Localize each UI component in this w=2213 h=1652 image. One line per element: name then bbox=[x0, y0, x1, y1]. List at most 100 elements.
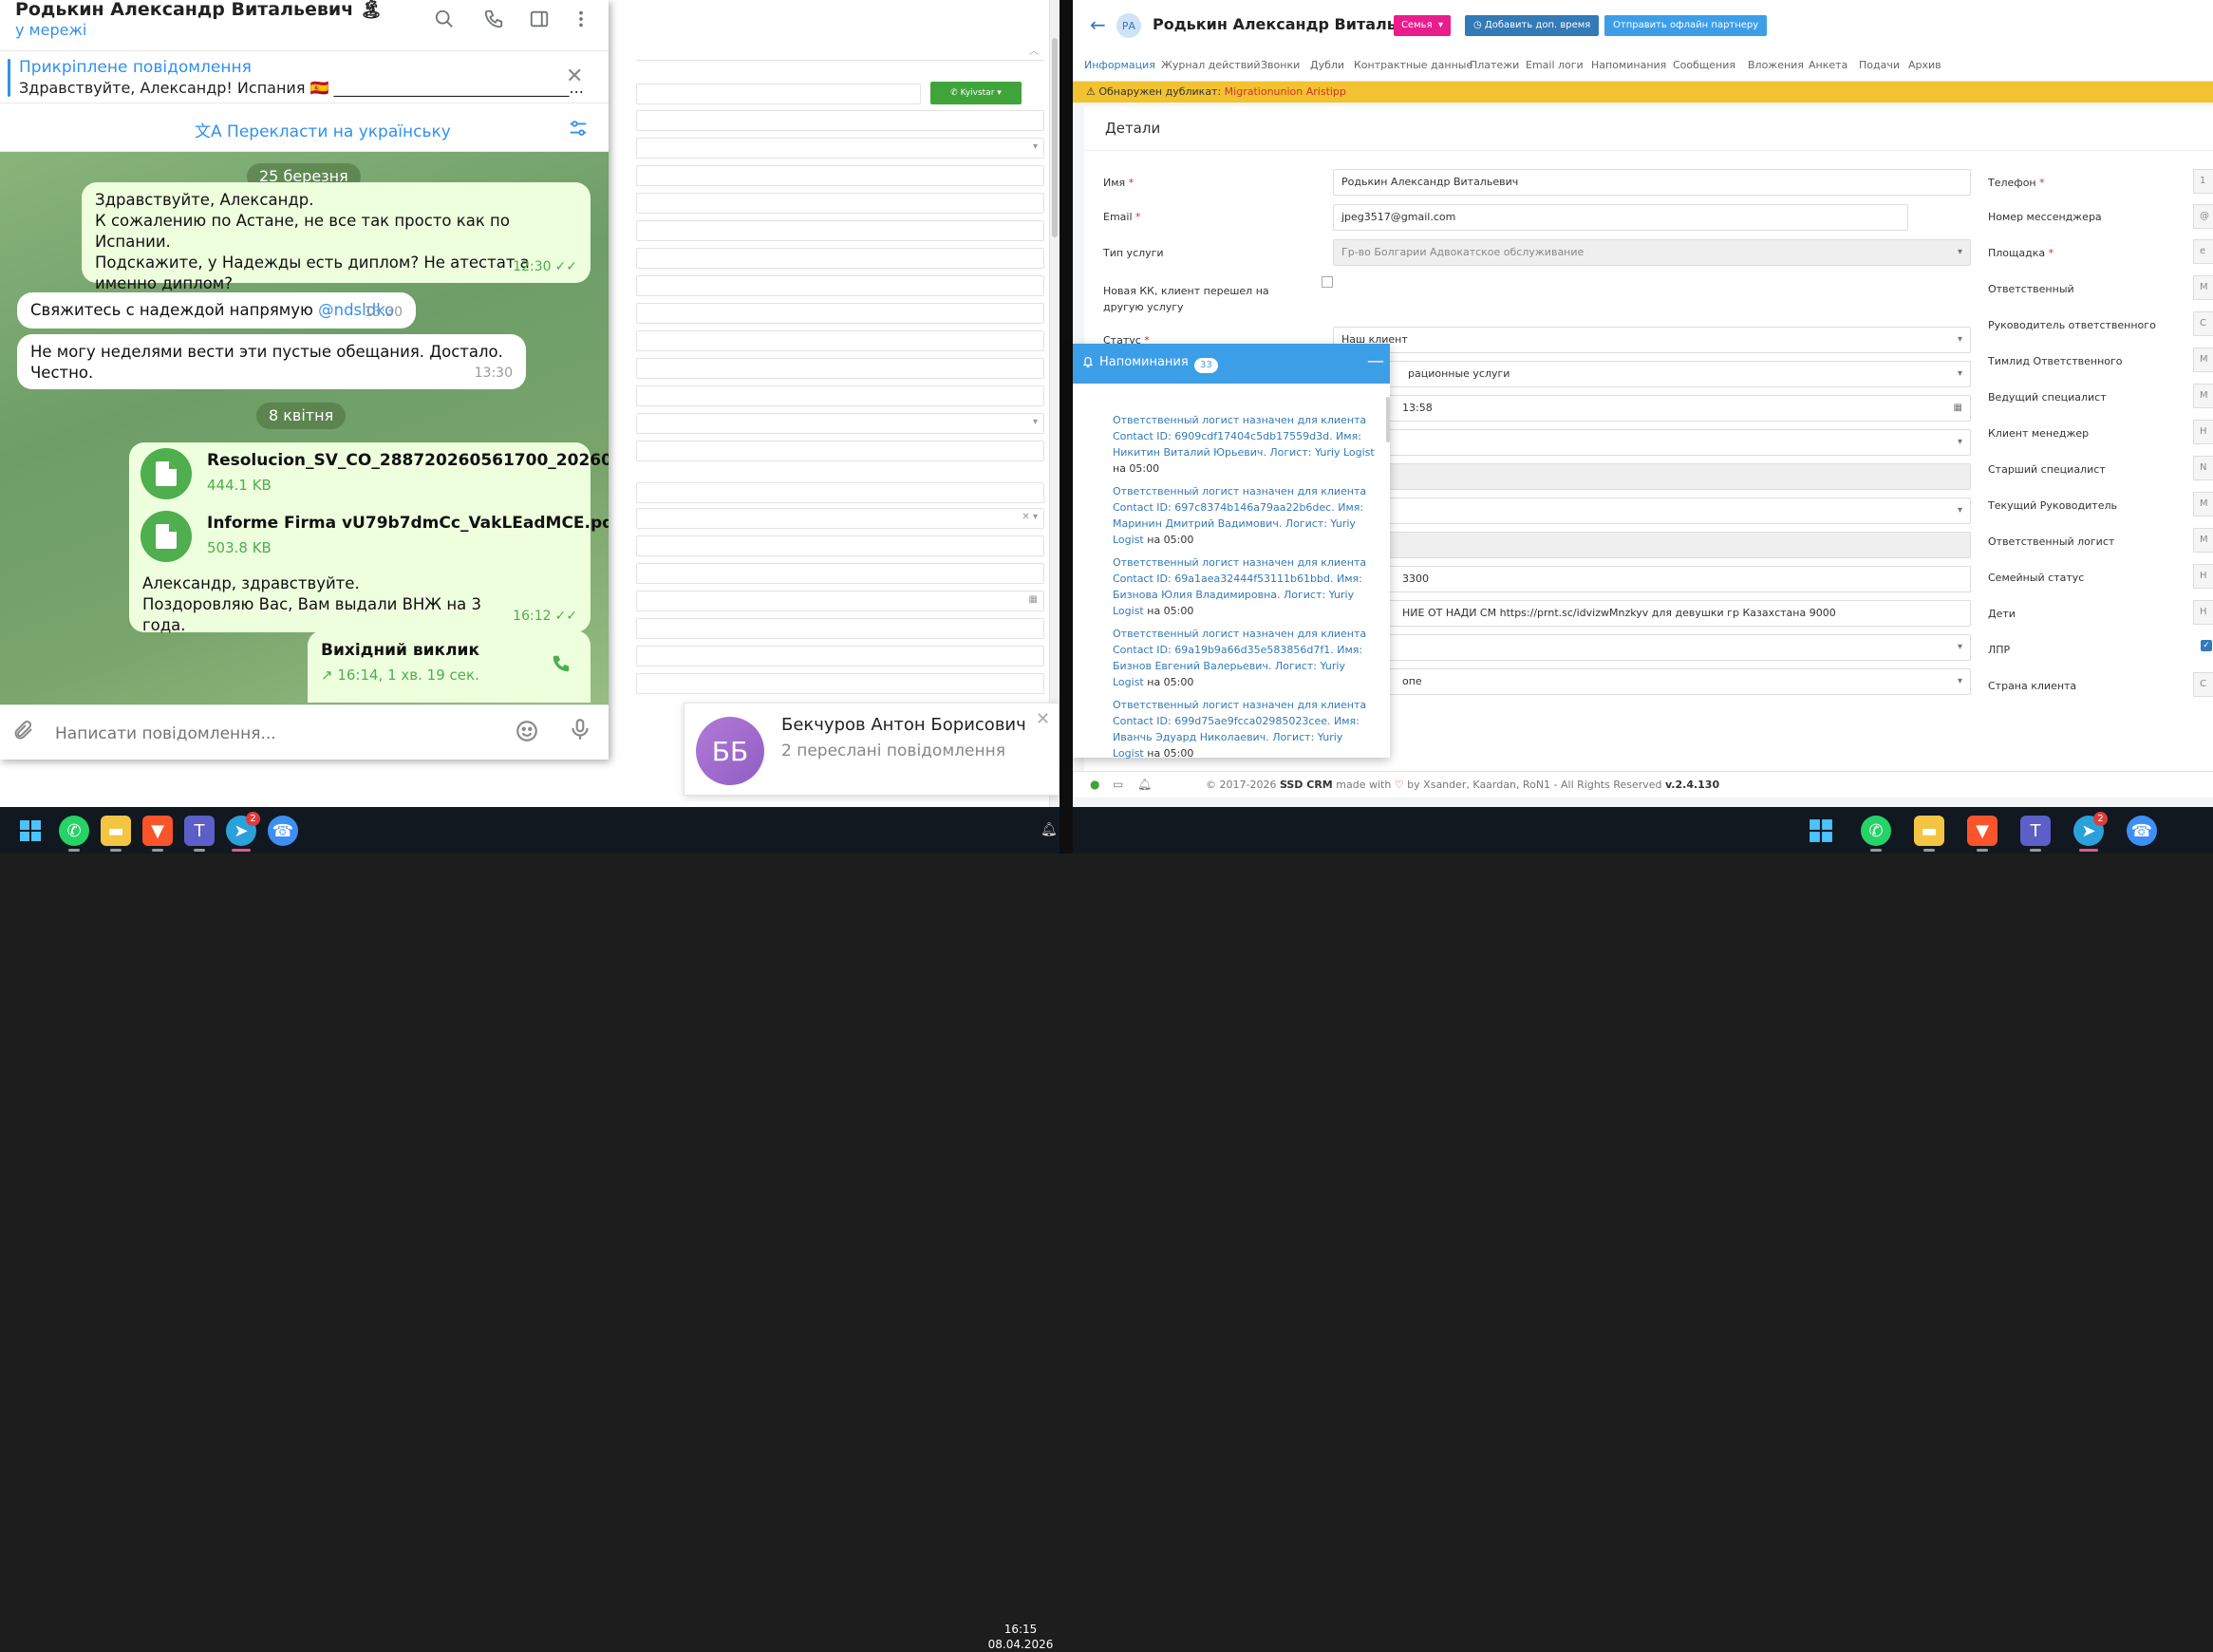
bg-field[interactable] bbox=[636, 84, 921, 104]
client-manager-field[interactable]: H bbox=[2193, 420, 2213, 444]
notification-bell-icon[interactable]: 🔔︎ bbox=[1041, 822, 1058, 837]
bg-field[interactable]: ▦ bbox=[636, 591, 1044, 611]
reminder-item[interactable]: Ответственный логист назначен для клиент… bbox=[1113, 483, 1375, 548]
translate-bar[interactable]: 文A Перекласти на українську bbox=[0, 104, 609, 152]
tab-questionnaire[interactable]: Анкета bbox=[1809, 59, 1847, 71]
chat-header[interactable]: Родькин Александр Витальевич 🏝 у мережі bbox=[0, 0, 609, 49]
status-select[interactable]: Наш клиент ▾ bbox=[1333, 327, 1971, 353]
reminders-header[interactable]: Напоминания 33 — bbox=[1073, 344, 1390, 384]
tab-duplicates[interactable]: Дубли bbox=[1310, 59, 1344, 71]
scrollbar-thumb[interactable] bbox=[1052, 38, 1058, 237]
platform-field[interactable]: e bbox=[2193, 239, 2213, 264]
tab-email-logs[interactable]: Email логи bbox=[1526, 59, 1584, 71]
attach-icon[interactable] bbox=[11, 719, 34, 747]
microphone-icon[interactable] bbox=[568, 717, 592, 747]
bg-field[interactable] bbox=[636, 303, 1044, 324]
comment-field[interactable]: НИЕ ОТ НАДИ СМ https://prnt.sc/idvizwMnz… bbox=[1333, 600, 1971, 627]
send-offline-button[interactable]: Отправить офлайн партнеру bbox=[1604, 15, 1768, 36]
brave-browser-icon[interactable]: ▼ bbox=[1967, 816, 1997, 852]
bg-field[interactable] bbox=[636, 673, 1044, 694]
select-field[interactable]: опе ▾ bbox=[1333, 668, 1971, 695]
brave-browser-icon[interactable]: ▼ bbox=[142, 816, 173, 852]
family-badge[interactable]: Семья ▾ bbox=[1394, 15, 1451, 36]
bg-field[interactable] bbox=[636, 385, 1044, 406]
pinned-message[interactable]: Прикріплене повідомлення Здравствуйте, А… bbox=[0, 50, 609, 103]
messenger-field[interactable]: @ bbox=[2193, 204, 2213, 229]
bg-field[interactable] bbox=[636, 165, 1044, 186]
phone-icon[interactable] bbox=[480, 6, 507, 32]
tab-messages[interactable]: Сообщения bbox=[1673, 59, 1735, 71]
senior-specialist-field[interactable]: N bbox=[2193, 456, 2213, 480]
children-field[interactable]: H bbox=[2193, 600, 2213, 625]
message-incoming[interactable]: Свяжитесь с надеждой напрямую @ndsldko 1… bbox=[17, 292, 416, 329]
client-country-field[interactable]: C bbox=[2193, 672, 2213, 697]
reminder-item[interactable]: Ответственный логист назначен для клиент… bbox=[1113, 626, 1375, 690]
forward-notification[interactable]: ББ Бекчуров Антон Борисович 2 переслані … bbox=[684, 703, 1060, 796]
reminder-item[interactable]: Ответственный логист назначен для клиент… bbox=[1113, 412, 1375, 477]
tab-calls[interactable]: Звонки bbox=[1261, 59, 1300, 71]
scrollbar-thumb[interactable] bbox=[1386, 397, 1390, 442]
file-attachment[interactable]: Informe Firma vU79b7dmCc_VakLEadMCE.pdf … bbox=[141, 509, 609, 566]
phone-field[interactable]: 1 bbox=[2193, 169, 2213, 194]
teamlead-field[interactable]: M bbox=[2193, 347, 2213, 372]
phone-icon[interactable] bbox=[551, 653, 572, 680]
message-input[interactable] bbox=[55, 723, 492, 745]
minimize-icon[interactable]: — bbox=[1367, 351, 1384, 371]
add-time-button[interactable]: ◷ Добавить доп. время bbox=[1465, 15, 1600, 36]
bg-field[interactable] bbox=[636, 563, 1044, 584]
back-arrow-icon[interactable]: ← bbox=[1090, 13, 1106, 36]
select-field[interactable]: ▾ bbox=[1333, 497, 1971, 524]
message-outgoing[interactable]: Здравствуйте, Александр. К сожалению по … bbox=[82, 182, 591, 292]
whatsapp-icon[interactable]: ✆ bbox=[1861, 816, 1891, 852]
logist-field[interactable]: M bbox=[2193, 528, 2213, 553]
contact-name[interactable]: Родькин Александр Витальевич 🏝 bbox=[15, 0, 383, 20]
bg-field[interactable] bbox=[636, 441, 1044, 461]
bg-field[interactable]: ✕ ▾ bbox=[636, 508, 1044, 529]
bg-field[interactable] bbox=[636, 358, 1044, 379]
amount-field[interactable]: 3300 bbox=[1333, 566, 1971, 592]
duplicate-link[interactable]: Migrationunion Aristipp bbox=[1225, 85, 1346, 98]
translate-options-icon[interactable] bbox=[568, 118, 589, 143]
bg-field[interactable] bbox=[636, 330, 1044, 351]
system-clock[interactable]: 16:15 08.04.2026 bbox=[987, 1622, 1054, 1652]
bg-field[interactable] bbox=[636, 110, 1044, 131]
tab-attachments[interactable]: Вложения bbox=[1748, 59, 1804, 71]
reminder-item[interactable]: Ответственный логист назначен для клиент… bbox=[1113, 697, 1375, 761]
close-icon[interactable]: ✕ bbox=[1036, 709, 1050, 729]
bg-field[interactable] bbox=[636, 248, 1044, 269]
translate-button[interactable]: 文A Перекласти на українську bbox=[195, 118, 451, 141]
bg-field[interactable] bbox=[636, 535, 1044, 556]
select-field[interactable]: ▾ bbox=[1333, 634, 1971, 661]
message-incoming[interactable]: Не могу неделями вести эти пустые обещан… bbox=[17, 334, 526, 389]
select-field[interactable]: ▾ bbox=[1333, 429, 1971, 456]
phone-app-icon[interactable]: ☎ bbox=[2127, 816, 2157, 846]
bg-scrollbar[interactable] bbox=[1049, 0, 1060, 807]
tab-archive[interactable]: Архив bbox=[1908, 59, 1941, 71]
bg-field[interactable]: ▾ bbox=[636, 413, 1044, 434]
lpr-checkbox[interactable]: ✓ bbox=[2201, 640, 2212, 651]
telegram-icon[interactable]: ➤ 2 bbox=[2073, 812, 2108, 852]
teams-icon[interactable]: T bbox=[184, 816, 215, 852]
tab-reminders[interactable]: Напоминания bbox=[1591, 59, 1666, 71]
kyivstar-call-button[interactable]: ✆ Kyivstar ▾ bbox=[930, 82, 1022, 104]
tab-payments[interactable]: Платежи bbox=[1470, 59, 1519, 71]
chat-icon[interactable]: ▭ bbox=[1113, 778, 1123, 791]
email-field[interactable]: jpeg3517@gmail.com bbox=[1333, 204, 1908, 231]
telegram-icon[interactable]: ➤ 2 bbox=[226, 812, 260, 852]
more-vertical-icon[interactable] bbox=[568, 6, 594, 32]
file-attachment[interactable]: Resolucion_SV_CO_288720260561700_2026040… bbox=[141, 446, 609, 503]
current-head-field[interactable]: M bbox=[2193, 492, 2213, 516]
bg-field[interactable] bbox=[636, 220, 1044, 241]
tab-action-log[interactable]: Журнал действий bbox=[1161, 59, 1261, 71]
close-icon[interactable]: ✕ bbox=[566, 65, 583, 88]
windows-start-icon[interactable] bbox=[15, 816, 46, 846]
datetime-field[interactable]: 13:58 ▦ bbox=[1333, 395, 1971, 422]
bg-field[interactable] bbox=[636, 275, 1044, 296]
name-field[interactable]: Родькин Александр Витальевич bbox=[1333, 169, 1971, 196]
teams-icon[interactable]: T bbox=[2020, 816, 2051, 852]
lead-specialist-field[interactable]: M bbox=[2193, 384, 2213, 408]
bg-field[interactable] bbox=[636, 193, 1044, 214]
bg-field[interactable]: ▾ bbox=[636, 138, 1044, 159]
chat-messages[interactable]: 25 березня Здравствуйте, Александр. К со… bbox=[0, 152, 609, 704]
emoji-icon[interactable] bbox=[515, 719, 539, 749]
